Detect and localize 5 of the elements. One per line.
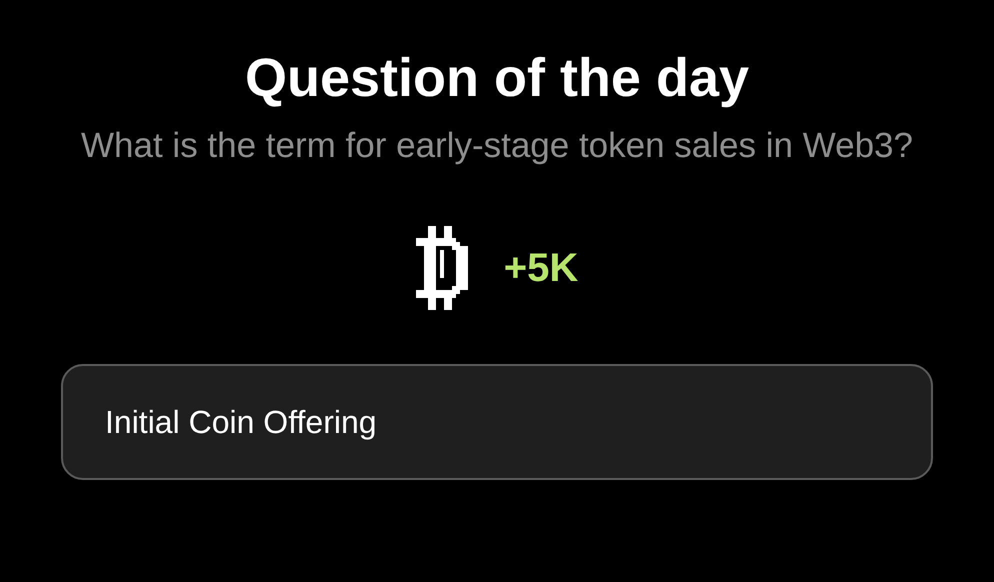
question-title: Question of the day (244, 47, 750, 110)
answer-option[interactable]: Initial Coin Offering (61, 364, 933, 480)
reward-amount: +5K (504, 246, 578, 290)
question-text: What is the term for early-stage token sales in Web3? (80, 125, 914, 167)
pixel-coin-icon (416, 226, 468, 310)
